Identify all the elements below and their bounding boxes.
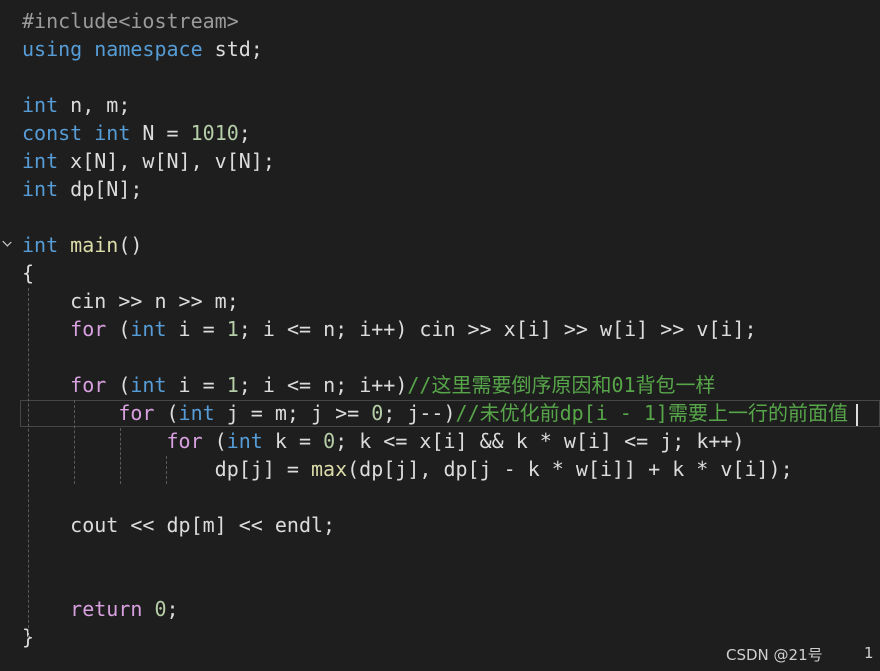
code-line[interactable]: { [22, 259, 34, 287]
code-token: namespace [94, 37, 203, 61]
code-line[interactable]: #include<iostream> [22, 7, 239, 35]
code-token: { [22, 261, 35, 285]
code-token: ( [154, 401, 179, 425]
code-line[interactable]: const int N = 1010; [22, 119, 251, 147]
code-token: (dp[j], dp[j - k * w[i]] + k * v[i]); [347, 457, 793, 481]
code-token: const [22, 121, 83, 145]
code-token: for [166, 429, 203, 453]
code-token: int [22, 177, 59, 201]
code-token: int [226, 429, 263, 453]
code-token: N = [130, 121, 191, 145]
code-token: int [130, 317, 167, 341]
code-token: ; i <= n; i++) [238, 373, 408, 397]
code-token: for [118, 401, 155, 425]
fold-check-icon[interactable] [2, 237, 12, 247]
code-line[interactable]: for (int j = m; j >= 0; j--)//未优化前dp[i -… [22, 399, 848, 427]
code-token: int [22, 233, 59, 257]
indent-guide [74, 400, 75, 484]
code-token: 0 [154, 597, 167, 621]
code-token: ; k <= x[i] && k * w[i] <= j; k++) [335, 429, 745, 453]
csdn-watermark: CSDN @21号 [726, 646, 823, 664]
code-token: return [70, 597, 143, 621]
text-caret [856, 404, 858, 426]
code-token: 1 [226, 317, 239, 341]
code-token: //未优化前dp[i - 1]需要上一行的前面值 [455, 401, 848, 425]
indent-guide [120, 428, 121, 484]
code-token: int [94, 121, 131, 145]
code-token: ; j--) [383, 401, 456, 425]
code-line[interactable]: int dp[N]; [22, 175, 142, 203]
code-line[interactable]: int main() [22, 231, 142, 259]
code-token: i = [166, 317, 227, 341]
code-token: () [118, 233, 143, 257]
code-token: int [22, 93, 59, 117]
indent-guide [166, 456, 167, 484]
code-line[interactable]: return 0; [22, 595, 179, 623]
indent-guide [28, 288, 29, 638]
code-line[interactable]: for (int k = 0; k <= x[i] && k * w[i] <=… [22, 427, 745, 455]
code-line[interactable]: cin >> n >> m; [22, 287, 239, 315]
code-token: int [130, 373, 167, 397]
code-token: int [178, 401, 215, 425]
code-token: std; [202, 37, 263, 61]
code-line[interactable]: for (int i = 1; i <= n; i++)//这里需要倒序原因和0… [22, 371, 716, 399]
code-token: x[N], w[N], v[N]; [58, 149, 275, 173]
code-editor[interactable]: #include<iostream> using namespace std; in… [0, 0, 880, 671]
code-token: ; [238, 121, 251, 145]
code-token: ( [202, 429, 227, 453]
code-token: n, m; [58, 93, 131, 117]
code-token: j = m; j >= [214, 401, 372, 425]
code-line[interactable]: cout << dp[m] << endl; [22, 511, 335, 539]
code-token: ; i <= n; i++) cin >> x[i] >> w[i] >> v[… [238, 317, 757, 341]
code-token: ( [106, 373, 131, 397]
code-token: k = [262, 429, 324, 453]
code-token: for [70, 373, 107, 397]
code-token: int [22, 149, 59, 173]
code-line[interactable]: int x[N], w[N], v[N]; [22, 147, 275, 175]
code-token: 0 [323, 429, 336, 453]
code-token: using [22, 37, 83, 61]
code-token: 1010 [190, 121, 239, 145]
code-line[interactable]: dp[j] = max(dp[j], dp[j - k * w[i]] + k … [22, 455, 793, 483]
code-token: cin >> n >> m; [22, 289, 239, 313]
code-line[interactable]: for (int i = 1; i <= n; i++) cin >> x[i]… [22, 315, 757, 343]
code-token: 1 [226, 373, 239, 397]
code-token: cout << dp[m] << endl; [22, 513, 336, 537]
code-token: //这里需要倒序原因和01背包一样 [407, 373, 716, 397]
code-line[interactable]: using namespace std; [22, 35, 263, 63]
code-token: #include<iostream> [22, 9, 239, 33]
code-token: for [70, 317, 107, 341]
code-token: dp[N]; [58, 177, 143, 201]
code-token: max [310, 457, 348, 481]
line-indicator: 1 [864, 644, 874, 662]
code-token: 0 [371, 401, 384, 425]
code-token: i = [166, 373, 227, 397]
code-token: ( [106, 317, 131, 341]
code-line[interactable]: int n, m; [22, 91, 130, 119]
code-token: ; [166, 597, 179, 621]
code-token: main [70, 233, 119, 257]
